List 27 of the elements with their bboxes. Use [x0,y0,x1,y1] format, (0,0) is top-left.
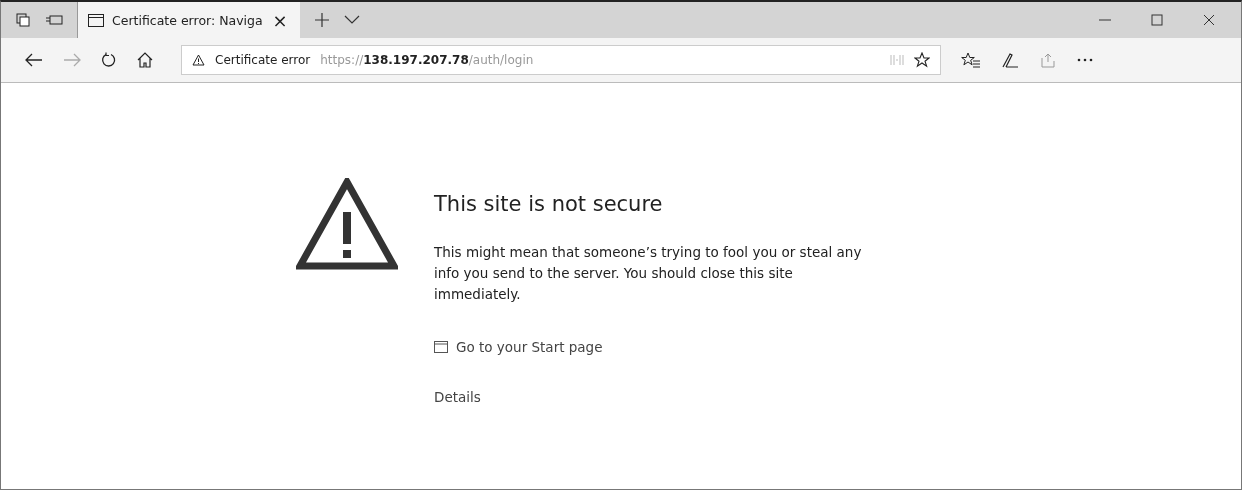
page-icon [434,341,448,353]
warning-icon [192,54,205,66]
warning-message: This might mean that someone’s trying to fool you or steal any info you send to the server. You should close this site immediately. [434,243,863,304]
details-link[interactable]: Details [434,389,481,405]
tabs-aside-icon[interactable] [15,12,31,28]
maximize-icon[interactable] [1151,14,1163,26]
back-arrow-icon[interactable] [25,53,43,67]
favorites-list-icon[interactable] [961,52,981,68]
address-bar[interactable]: Certificate error https://138.197.207.78/auth/login [181,45,941,75]
page-heading: This site is not secure [434,192,663,216]
tab-preview-icon[interactable] [45,13,63,27]
star-icon[interactable] [914,52,930,68]
chevron-down-icon[interactable] [343,15,360,25]
warning-triangle-icon [296,178,398,270]
certificate-status: Certificate error [215,53,311,67]
close-tab-button[interactable]: × [270,9,290,31]
new-tab-icon[interactable] [313,12,330,28]
browser-tab[interactable]: Certificate error: Naviga × [77,2,300,38]
url-text: https://138.197.207.78/auth/login [320,53,534,67]
home-icon[interactable] [137,52,153,68]
start-page-link[interactable]: Go to your Start page [434,339,603,355]
close-window-icon[interactable] [1203,14,1215,26]
tab-title: Certificate error: Naviga [112,12,263,28]
refresh-icon[interactable] [101,52,117,68]
more-icon[interactable] [1077,58,1093,62]
page-icon [88,13,104,27]
pen-icon[interactable] [1001,52,1019,68]
